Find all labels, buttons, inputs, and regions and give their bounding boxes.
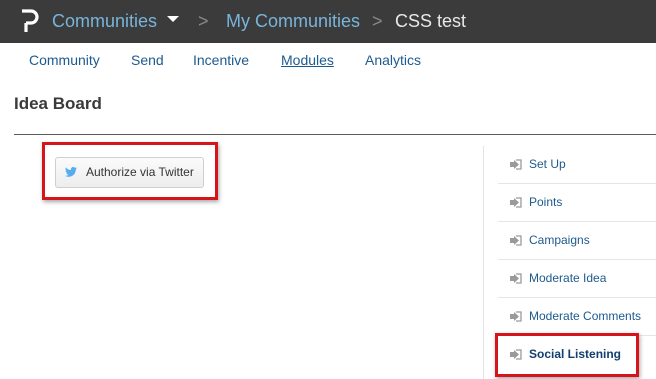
arrow-right-icon bbox=[510, 235, 522, 246]
menu-item-moderate-comments[interactable]: Moderate Comments bbox=[498, 298, 656, 336]
brand-p-icon[interactable] bbox=[18, 7, 40, 35]
menu-item-points[interactable]: Points bbox=[498, 184, 656, 222]
menu-item-label: Moderate Comments bbox=[529, 309, 642, 323]
breadcrumb-communities[interactable]: Communities bbox=[52, 10, 157, 32]
authorize-twitter-label: Authorize via Twitter bbox=[86, 165, 194, 179]
tab-incentive[interactable]: Incentive bbox=[193, 51, 249, 69]
top-bar: Communities > My Communities > CSS test bbox=[0, 0, 656, 43]
chevron-down-icon[interactable] bbox=[166, 12, 180, 26]
menu-item-label: Points bbox=[529, 195, 563, 209]
breadcrumb-current: CSS test bbox=[395, 11, 467, 31]
tab-analytics[interactable]: Analytics bbox=[365, 51, 421, 69]
authorize-twitter-button[interactable]: Authorize via Twitter bbox=[55, 157, 204, 188]
menu-item-label: Set Up bbox=[529, 157, 566, 171]
menu-item-label: Campaigns bbox=[529, 233, 590, 247]
menu-item-moderate-idea[interactable]: Moderate Idea bbox=[498, 260, 656, 298]
arrow-right-icon bbox=[510, 197, 522, 208]
menu-item-set-up[interactable]: Set Up bbox=[498, 146, 656, 184]
highlight-box-social-listening bbox=[495, 333, 639, 377]
module-nav: Community Send Incentive Modules Analyti… bbox=[0, 43, 656, 79]
breadcrumb-separator: > bbox=[198, 11, 209, 31]
page-title: Idea Board bbox=[14, 94, 102, 113]
menu-item-campaigns[interactable]: Campaigns bbox=[498, 222, 656, 260]
tab-send[interactable]: Send bbox=[131, 51, 164, 69]
breadcrumb-separator: > bbox=[372, 11, 383, 31]
divider bbox=[14, 134, 656, 135]
twitter-icon bbox=[65, 167, 77, 177]
breadcrumb-my-communities[interactable]: My Communities bbox=[226, 10, 360, 32]
arrow-right-icon bbox=[510, 159, 522, 170]
arrow-right-icon bbox=[510, 311, 522, 322]
menu-item-label: Moderate Idea bbox=[529, 271, 607, 285]
tab-community[interactable]: Community bbox=[29, 51, 100, 69]
arrow-right-icon bbox=[510, 273, 522, 284]
tab-modules[interactable]: Modules bbox=[281, 51, 334, 69]
